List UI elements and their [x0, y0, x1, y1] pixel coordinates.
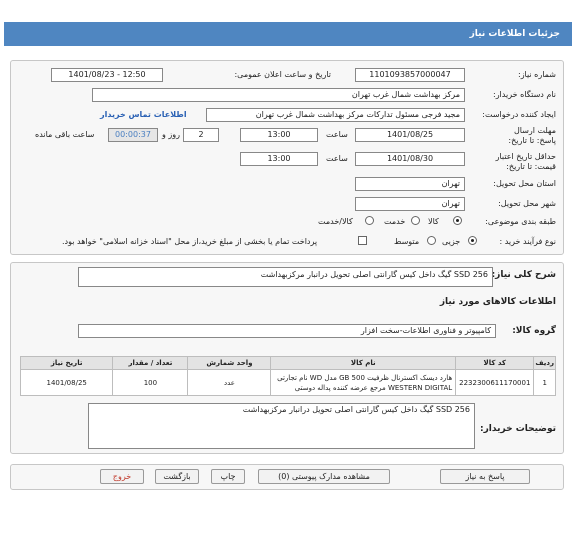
- reply-button[interactable]: پاسخ به نیاز: [440, 469, 530, 484]
- print-button[interactable]: چاپ: [211, 469, 245, 484]
- page-header: جزئیات اطلاعات نیاز: [4, 22, 572, 46]
- announce-label: تاریخ و ساعت اعلان عمومی:: [234, 70, 331, 79]
- goods-table-header: ردیف کد کالا نام کالا واحد شمارش تعداد /…: [19, 356, 556, 370]
- creator-label: ایجاد کننده درخواست:: [482, 110, 556, 119]
- buyer-org-label: نام دستگاه خریدار:: [493, 90, 556, 99]
- buyer-notes-label: توضیحات خریدار:: [480, 424, 556, 434]
- treasury-checkbox[interactable]: [358, 236, 367, 245]
- col-unit: واحد شمارش: [187, 356, 272, 370]
- province-field: تهران: [355, 177, 465, 191]
- category-option-goods: کالا: [428, 217, 439, 226]
- province-label: استان محل تحویل:: [493, 179, 556, 188]
- days-label: روز و: [162, 130, 180, 139]
- validity-time-field: 13:00: [240, 152, 318, 166]
- goods-section-title: اطلاعات کالاهای مورد نیاز: [439, 297, 556, 307]
- back-button[interactable]: بازگشت: [155, 469, 199, 484]
- remaining-time-field: 00:00:37: [108, 128, 158, 142]
- city-field: تهران: [355, 197, 465, 211]
- category-option-service: خدمت: [384, 217, 406, 226]
- process-label: نوع فرآیند خرید :: [499, 237, 556, 246]
- process-option-medium: متوسط: [394, 237, 420, 246]
- validity-time-label: ساعت: [326, 154, 348, 163]
- need-number-label: شماره نیاز:: [518, 70, 556, 79]
- col-code: کد کالا: [455, 356, 535, 370]
- days-field: 2: [183, 128, 219, 142]
- attachments-button[interactable]: مشاهده مدارک پیوستی (0): [258, 469, 390, 484]
- deadline-time-label: ساعت: [326, 130, 348, 139]
- category-radio-service[interactable]: [411, 216, 420, 225]
- cell-row: 1: [533, 369, 556, 396]
- city-label: شهر محل تحویل:: [498, 199, 556, 208]
- goods-group-label: گروه کالا:: [512, 326, 556, 336]
- exit-button[interactable]: خروج: [100, 469, 144, 484]
- cell-unit: عدد: [187, 369, 272, 396]
- remaining-label: ساعت باقی مانده: [35, 130, 95, 139]
- need-number-field: 1101093857000047: [355, 68, 465, 82]
- cell-qty: 100: [112, 369, 189, 396]
- process-option-minor: جزیی: [442, 237, 461, 246]
- process-radio-minor[interactable]: [468, 236, 477, 245]
- payment-note: پرداخت تمام یا بخشی از مبلغ خرید،از محل …: [62, 237, 318, 246]
- validity-label: حداقل تاریخ اعتبار قیمت: تا تاریخ:: [495, 152, 556, 171]
- summary-field: SSD 256 گیگ داخل کیس گارانتی اصلی تحویل …: [78, 267, 493, 287]
- deadline-date-field: 1401/08/25: [355, 128, 465, 142]
- announce-field: 1401/08/23 - 12:50: [51, 68, 163, 82]
- cell-name: هارد دیسک اکسترنال ظرفیت 500 GB مدل WD ن…: [270, 369, 457, 396]
- table-row: 1 2232300611170001 هارد دیسک اکسترنال ظر…: [19, 369, 556, 396]
- buyer-notes-field: SSD 256 گیگ داخل کیس گارانتی اصلی تحویل …: [88, 403, 475, 449]
- process-radio-medium[interactable]: [427, 236, 436, 245]
- creator-field: مجید فرجی مسئول تدارکات مرکز بهداشت شمال…: [206, 108, 465, 122]
- col-name: نام کالا: [270, 356, 457, 370]
- cell-code: 2232300611170001: [455, 369, 535, 396]
- summary-label: شرح کلی نیاز:: [491, 270, 556, 280]
- category-radio-goods-service[interactable]: [365, 216, 374, 225]
- category-radio-goods[interactable]: [453, 216, 462, 225]
- category-label: طبقه بندی موضوعی:: [485, 217, 556, 226]
- deadline-label: مهلت ارسال پاسخ: تا تاریخ:: [508, 126, 556, 145]
- category-option-goods-service: کالا/خدمت: [318, 217, 353, 226]
- goods-table: ردیف کد کالا نام کالا واحد شمارش تعداد /…: [19, 356, 556, 396]
- validity-date-field: 1401/08/30: [355, 152, 465, 166]
- buyer-org-field: مرکز بهداشت شمال غرب تهران: [92, 88, 465, 102]
- goods-group-field: کامپیوتر و فناوری اطلاعات-سخت افزار: [78, 324, 496, 338]
- col-date: تاریخ نیاز: [19, 356, 114, 370]
- col-qty: تعداد / مقدار: [112, 356, 189, 370]
- deadline-time-field: 13:00: [240, 128, 318, 142]
- col-row: ردیف: [533, 356, 556, 370]
- contact-info-link[interactable]: اطلاعات تماس خریدار: [100, 110, 187, 119]
- cell-date: 1401/08/25: [19, 369, 114, 396]
